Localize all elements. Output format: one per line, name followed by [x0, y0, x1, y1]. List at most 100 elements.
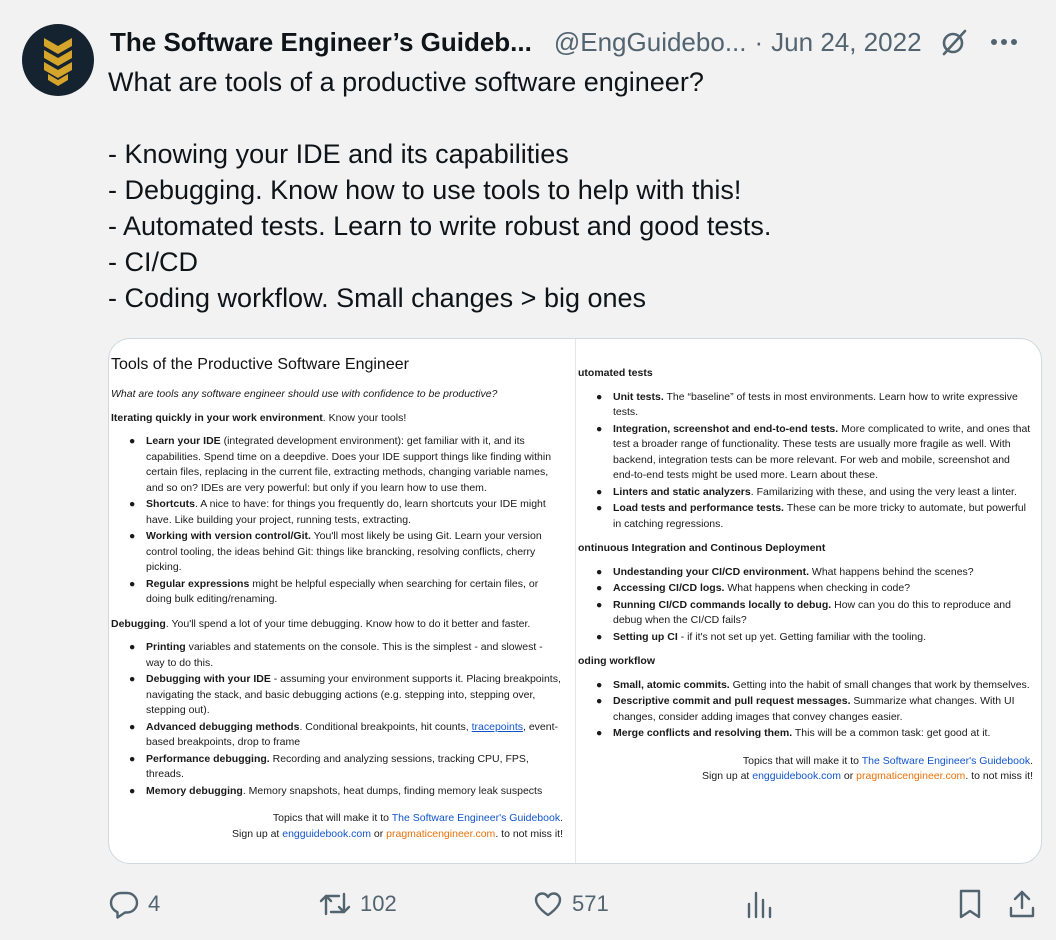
- doc-section-heading: utomated tests: [578, 366, 1033, 382]
- doc-list-item: ● Linters and static analyzers. Familariz…: [596, 485, 1017, 498]
- doc-list-item: ● Small, atomic commits. Getting into the…: [596, 678, 1030, 691]
- reply-count: 4: [148, 891, 161, 916]
- doc-list-item: ● Running CI/CD commands locally to debug…: [596, 598, 1011, 627]
- item-text: - if it's not set up yet. Getting famili…: [677, 630, 927, 643]
- item-text: . A nice to have: for things you frequen…: [146, 498, 546, 526]
- doc-title: Tools of the Productive Software Enginee…: [111, 356, 409, 373]
- author-handle[interactable]: @EngGuidebo...: [554, 27, 747, 58]
- guidebook-link: The Software Engineer's Guidebook: [861, 754, 1031, 767]
- reply-button[interactable]: 4: [108, 886, 160, 922]
- doc-list: ● Printing variables and statements on th…: [111, 640, 563, 799]
- more-options-icon[interactable]: [986, 26, 1022, 58]
- footer-text: . to not miss it!: [965, 770, 1033, 782]
- tracepoints-link[interactable]: tracepoints: [472, 721, 523, 733]
- doc-list-item: ● Performance debugging. Recording and an…: [129, 752, 529, 781]
- tweet-line: - CI/CD: [108, 247, 198, 277]
- retweet-count: 102: [360, 891, 397, 916]
- item-bold: Linters and static analyzers: [613, 485, 751, 498]
- doc-footer-note: Topics that will make it to The Software…: [578, 754, 1033, 785]
- doc-left-column: Tools of the Productive Software Enginee…: [109, 339, 575, 863]
- item-bold: Performance debugging.: [146, 752, 270, 765]
- doc-list-item: ● Advanced debugging methods. Conditional…: [129, 720, 559, 749]
- grok-icon[interactable]: [938, 26, 970, 58]
- footer-text: or: [840, 770, 857, 782]
- like-icon: [534, 892, 562, 917]
- doc-list-item: ● Memory debugging. Memory snapshots, hea…: [129, 784, 543, 797]
- bookmark-button[interactable]: [956, 886, 984, 922]
- retweet-icon: [319, 892, 351, 916]
- doc-list: ● Undestanding your CI/CD environment. Wh…: [578, 565, 1033, 646]
- engguidebook-link: engguidebook.com: [282, 827, 371, 840]
- doc-list-item: ● Setting up CI - if it's not set up yet.…: [596, 630, 927, 643]
- guidebook-link: The Software Engineer's Guidebook: [391, 812, 561, 824]
- pragmaticengineer-link: pragmaticengineer.com: [856, 770, 966, 782]
- author-avatar[interactable]: [22, 24, 94, 96]
- tweet-line: - Coding workflow. Small changes > big o…: [108, 283, 647, 313]
- item-bold: Undestanding your CI/CD environment.: [613, 565, 810, 578]
- doc-list-item: ● Working with version control/Git. You'l…: [129, 530, 542, 573]
- item-text: What happens behind the scenes?: [809, 565, 974, 578]
- doc-section-bold: Iterating quickly in your work environme…: [111, 411, 323, 424]
- doc-list: ● Small, atomic commits. Getting into the…: [578, 678, 1033, 742]
- doc-subtitle: What are tools any software engineer sho…: [111, 388, 498, 400]
- doc-list-item: ● Printing variables and statements on th…: [129, 641, 543, 669]
- footer-text: Sign up at: [702, 770, 753, 782]
- item-bold: Small, atomic commits.: [613, 678, 730, 691]
- item-bold: Regular expressions: [146, 577, 250, 590]
- doc-list-item: ● Unit tests. The “baseline” of tests in …: [596, 390, 1018, 419]
- tweet-date[interactable]: Jun 24, 2022: [771, 27, 921, 58]
- doc-list-item: ● Undestanding your CI/CD environment. Wh…: [596, 565, 974, 578]
- item-bold: Debugging with your IDE: [146, 673, 271, 685]
- views-icon: [747, 891, 772, 919]
- item-bold: Learn your IDE: [146, 435, 221, 447]
- attached-image[interactable]: Tools of the Productive Software Enginee…: [108, 338, 1042, 864]
- bookmark-icon: [959, 889, 981, 919]
- doc-section-bold: utomated tests: [578, 367, 653, 379]
- item-text: This will be a common task: get good at …: [792, 727, 991, 739]
- doc-section-rest: . Know your tools!: [322, 411, 407, 424]
- tweet-line: - Knowing your IDE and its capabilities: [108, 139, 569, 169]
- doc-section-heading: Debugging. You'll spend a lot of your ti…: [111, 617, 563, 633]
- item-bold: Unit tests.: [613, 390, 664, 403]
- item-text: . Conditional breakpoints, hit counts,: [299, 720, 472, 733]
- tweet-header: The Software Engineer’s Guideb... @EngGu…: [110, 24, 1040, 60]
- share-button[interactable]: [1008, 886, 1036, 922]
- separator-dot: ·: [754, 26, 764, 57]
- footer-text: .: [560, 812, 563, 824]
- footer-text: Topics that will make it to: [742, 754, 862, 767]
- doc-section-heading: oding workflow: [578, 654, 1033, 670]
- item-bold: Merge conflicts and resolving them.: [613, 727, 793, 739]
- tweet-line: - Automated tests. Learn to write robust…: [108, 211, 772, 241]
- reply-icon: [109, 891, 139, 919]
- retweet-button[interactable]: 102: [318, 886, 397, 922]
- share-icon: [1009, 890, 1035, 918]
- footer-text: Sign up at: [232, 827, 283, 840]
- item-text: The “baseline” of tests in most environm…: [613, 390, 1018, 419]
- item-text: . Familarizing with these, and using the…: [750, 485, 1017, 498]
- item-bold: Memory debugging: [146, 784, 243, 797]
- like-count: 571: [572, 891, 609, 916]
- pragmaticengineer-link: pragmaticengineer.com: [386, 827, 496, 840]
- item-bold: Running CI/CD commands locally to debug.: [613, 598, 832, 611]
- doc-section-heading: Iterating quickly in your work environme…: [111, 411, 563, 427]
- footer-text: Topics that will make it to: [272, 812, 392, 824]
- tweet-line: - Debugging. Know how to use tools to he…: [108, 175, 742, 205]
- doc-list-item: ● Accessing CI/CD logs. What happens when…: [596, 582, 911, 594]
- doc-right-column: utomated tests ● Unit tests. The “baselin…: [575, 339, 1041, 863]
- doc-footer-note: Topics that will make it to The Software…: [111, 811, 563, 842]
- like-button[interactable]: 571: [532, 886, 609, 922]
- tweet-text: What are tools of a productive software …: [108, 64, 1028, 316]
- doc-list-item: ● Shortcuts. A nice to have: for things y…: [129, 498, 546, 526]
- doc-list-item: ● Merge conflicts and resolving them. Thi…: [596, 727, 991, 739]
- doc-section-bold: ontinuous Integration and Continous Depl…: [578, 542, 826, 554]
- views-button[interactable]: [744, 886, 774, 922]
- doc-section-heading: ontinuous Integration and Continous Depl…: [578, 541, 1033, 557]
- doc-section-bold: oding workflow: [578, 655, 655, 667]
- item-text: What happens when checking in code?: [724, 582, 911, 594]
- doc-list-item: ● Descriptive commit and pull request mes…: [596, 695, 1015, 723]
- item-bold: Advanced debugging methods: [146, 720, 300, 733]
- doc-list-item: ● Learn your IDE (integrated development …: [129, 435, 552, 494]
- doc-list-item: ● Integration, screenshot and end-to-end …: [596, 422, 1031, 482]
- author-name[interactable]: The Software Engineer’s Guideb...: [110, 27, 532, 58]
